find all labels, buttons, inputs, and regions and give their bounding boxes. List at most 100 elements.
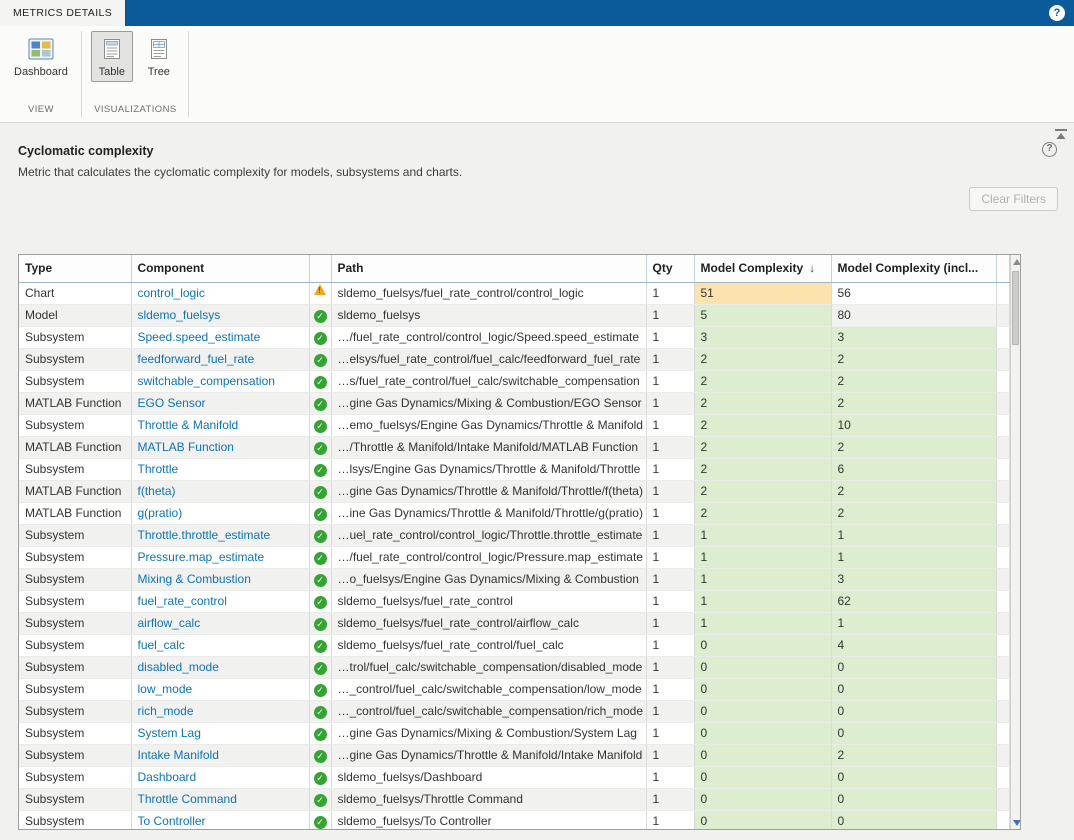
component-link[interactable]: Throttle & Manifold bbox=[138, 418, 239, 432]
scroll-up-arrow-icon[interactable] bbox=[1011, 255, 1021, 269]
cell-model-complexity-incl: 10 bbox=[831, 414, 996, 436]
table-row[interactable]: Chartcontrol_logic!sldemo_fuelsys/fuel_r… bbox=[19, 282, 1009, 304]
cell-path: …lsys/Engine Gas Dynamics/Throttle & Man… bbox=[331, 458, 646, 480]
scrollbar-thumb[interactable] bbox=[1012, 271, 1020, 345]
component-link[interactable]: Throttle.throttle_estimate bbox=[138, 528, 271, 542]
component-link[interactable]: System Lag bbox=[138, 726, 201, 740]
component-link[interactable]: MATLAB Function bbox=[138, 440, 234, 454]
column-header-status[interactable] bbox=[309, 255, 331, 282]
warning-bang: ! bbox=[318, 286, 321, 295]
component-link[interactable]: feedforward_fuel_rate bbox=[138, 352, 255, 366]
cell-component: fuel_rate_control bbox=[131, 590, 309, 612]
table-row[interactable]: SubsystemThrottle & Manifold✓…emo_fuelsy… bbox=[19, 414, 1009, 436]
component-link[interactable]: switchable_compensation bbox=[138, 374, 275, 388]
component-link[interactable]: fuel_rate_control bbox=[138, 594, 227, 608]
component-link[interactable]: disabled_mode bbox=[138, 660, 219, 674]
table-row[interactable]: SubsystemSystem Lag✓…gine Gas Dynamics/M… bbox=[19, 722, 1009, 744]
component-link[interactable]: control_logic bbox=[138, 286, 205, 300]
component-link[interactable]: Dashboard bbox=[138, 770, 197, 784]
column-header-path[interactable]: Path bbox=[331, 255, 646, 282]
cell-model-complexity: 2 bbox=[694, 502, 831, 524]
component-link[interactable]: Mixing & Combustion bbox=[138, 572, 251, 586]
table-row[interactable]: MATLAB Functionf(theta)✓…gine Gas Dynami… bbox=[19, 480, 1009, 502]
cell-type: Subsystem bbox=[19, 326, 131, 348]
pass-check-icon: ✓ bbox=[314, 376, 327, 389]
cell-path: …ine Gas Dynamics/Throttle & Manifold/Th… bbox=[331, 502, 646, 524]
table-row[interactable]: Subsystemfeedforward_fuel_rate✓…elsys/fu… bbox=[19, 348, 1009, 370]
component-link[interactable]: sldemo_fuelsys bbox=[138, 308, 221, 322]
table-row[interactable]: SubsystemDashboard✓sldemo_fuelsys/Dashbo… bbox=[19, 766, 1009, 788]
component-link[interactable]: Pressure.map_estimate bbox=[138, 550, 265, 564]
clear-filters-button[interactable]: Clear Filters bbox=[969, 187, 1058, 211]
tree-icon bbox=[145, 36, 173, 62]
cell-type: MATLAB Function bbox=[19, 392, 131, 414]
component-link[interactable]: Throttle bbox=[138, 462, 179, 476]
collapse-toolstrip-icon[interactable] bbox=[1055, 129, 1067, 140]
cell-status: ✓ bbox=[309, 788, 331, 810]
column-header-model-complexity[interactable]: Model Complexity↓ bbox=[694, 255, 831, 282]
table-row[interactable]: SubsystemThrottle Command✓sldemo_fuelsys… bbox=[19, 788, 1009, 810]
table-row[interactable]: SubsystemThrottle.throttle_estimate✓…uel… bbox=[19, 524, 1009, 546]
component-link[interactable]: f(theta) bbox=[138, 484, 176, 498]
cell-model-complexity: 0 bbox=[694, 656, 831, 678]
tree-view-button[interactable]: Tree bbox=[138, 31, 180, 82]
cell-filler bbox=[996, 458, 1009, 480]
table-row[interactable]: Subsystemswitchable_compensation✓…s/fuel… bbox=[19, 370, 1009, 392]
component-link[interactable]: airflow_calc bbox=[138, 616, 201, 630]
cell-component: Intake Manifold bbox=[131, 744, 309, 766]
table-row[interactable]: SubsystemTo Controller✓sldemo_fuelsys/To… bbox=[19, 810, 1009, 830]
table-view-button[interactable]: Table bbox=[91, 31, 133, 82]
table-row[interactable]: Subsystemrich_mode✓…_control/fuel_calc/s… bbox=[19, 700, 1009, 722]
component-link[interactable]: low_mode bbox=[138, 682, 193, 696]
cell-type: Subsystem bbox=[19, 590, 131, 612]
table-row[interactable]: SubsystemSpeed.speed_estimate✓…/fuel_rat… bbox=[19, 326, 1009, 348]
component-link[interactable]: g(pratio) bbox=[138, 506, 183, 520]
table-row[interactable]: Subsystemfuel_rate_control✓sldemo_fuelsy… bbox=[19, 590, 1009, 612]
vertical-scrollbar[interactable] bbox=[1010, 255, 1021, 829]
metric-help-icon[interactable]: ? bbox=[1042, 142, 1057, 157]
component-link[interactable]: EGO Sensor bbox=[138, 396, 206, 410]
table-row[interactable]: SubsystemIntake Manifold✓…gine Gas Dynam… bbox=[19, 744, 1009, 766]
cell-model-complexity: 0 bbox=[694, 700, 831, 722]
sort-descending-icon: ↓ bbox=[809, 263, 815, 275]
pass-check-icon: ✓ bbox=[314, 618, 327, 631]
table-row[interactable]: Subsystemdisabled_mode✓…trol/fuel_calc/s… bbox=[19, 656, 1009, 678]
cell-component: sldemo_fuelsys bbox=[131, 304, 309, 326]
table-row[interactable]: MATLAB FunctionEGO Sensor✓…gine Gas Dyna… bbox=[19, 392, 1009, 414]
column-header-model-complexity-incl[interactable]: Model Complexity (incl... bbox=[831, 255, 996, 282]
table-row[interactable]: MATLAB Functiong(pratio)✓…ine Gas Dynami… bbox=[19, 502, 1009, 524]
column-header-qty[interactable]: Qty bbox=[646, 255, 694, 282]
component-link[interactable]: rich_mode bbox=[138, 704, 194, 718]
cell-model-complexity-incl: 2 bbox=[831, 370, 996, 392]
component-link[interactable]: Throttle Command bbox=[138, 792, 237, 806]
dashboard-button[interactable]: Dashboard bbox=[9, 31, 73, 82]
table-row[interactable]: Subsystemairflow_calc✓sldemo_fuelsys/fue… bbox=[19, 612, 1009, 634]
pass-check-icon: ✓ bbox=[314, 706, 327, 719]
component-link[interactable]: Intake Manifold bbox=[138, 748, 219, 762]
table-row[interactable]: MATLAB FunctionMATLAB Function✓…/Throttl… bbox=[19, 436, 1009, 458]
table-row[interactable]: SubsystemMixing & Combustion✓…o_fuelsys/… bbox=[19, 568, 1009, 590]
scroll-down-arrow-icon[interactable] bbox=[1011, 815, 1021, 829]
table-row[interactable]: Modelsldemo_fuelsys✓sldemo_fuelsys1580 bbox=[19, 304, 1009, 326]
cell-qty: 1 bbox=[646, 326, 694, 348]
component-link[interactable]: Speed.speed_estimate bbox=[138, 330, 261, 344]
cell-path: sldemo_fuelsys/To Controller bbox=[331, 810, 646, 830]
cell-type: Subsystem bbox=[19, 348, 131, 370]
table-row[interactable]: SubsystemPressure.map_estimate✓…/fuel_ra… bbox=[19, 546, 1009, 568]
table-row[interactable]: SubsystemThrottle✓…lsys/Engine Gas Dynam… bbox=[19, 458, 1009, 480]
table-row[interactable]: Subsystemfuel_calc✓sldemo_fuelsys/fuel_r… bbox=[19, 634, 1009, 656]
cell-qty: 1 bbox=[646, 612, 694, 634]
cell-status: ! bbox=[309, 282, 331, 304]
tab-metrics-details[interactable]: METRICS DETAILS bbox=[0, 0, 126, 26]
cell-model-complexity: 2 bbox=[694, 436, 831, 458]
help-icon[interactable]: ? bbox=[1049, 5, 1065, 21]
table-row[interactable]: Subsystemlow_mode✓…_control/fuel_calc/sw… bbox=[19, 678, 1009, 700]
component-link[interactable]: To Controller bbox=[138, 814, 206, 828]
column-header-type[interactable]: Type bbox=[19, 255, 131, 282]
cell-component: Dashboard bbox=[131, 766, 309, 788]
column-header-component[interactable]: Component bbox=[131, 255, 309, 282]
column-header-filler bbox=[996, 255, 1009, 282]
cell-model-complexity: 1 bbox=[694, 612, 831, 634]
component-link[interactable]: fuel_calc bbox=[138, 638, 185, 652]
cell-component: To Controller bbox=[131, 810, 309, 830]
